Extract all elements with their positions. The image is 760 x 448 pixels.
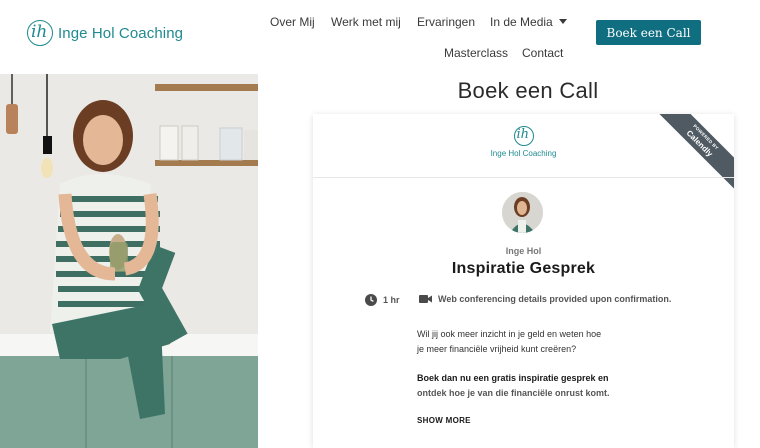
video-camera-icon: [419, 295, 432, 303]
event-title: Inspiratie Gesprek: [451, 260, 596, 277]
calendly-booking-widget: ih Inge Hol Coaching POWERED BY Calendly…: [313, 114, 734, 448]
event-description: Wil jij ook meer inzicht in je geld en w…: [417, 327, 697, 357]
nav-in-de-media-label: In de Media: [490, 15, 553, 29]
duration-text: 1 hr: [383, 295, 400, 305]
nav-ervaringen[interactable]: Ervaringen: [417, 15, 475, 29]
event-location: Web conferencing details provided upon c…: [419, 294, 671, 304]
description-line: je meer financiële vrijheid kunt creëren…: [417, 344, 577, 354]
nav-in-de-media[interactable]: In de Media: [490, 15, 567, 29]
chevron-down-icon: [558, 19, 567, 24]
description-line: Boek dan nu een gratis inspiratie gespre…: [417, 373, 609, 383]
event-duration: 1 hr: [365, 294, 400, 306]
location-text: Web conferencing details provided upon c…: [438, 294, 672, 304]
site-header: ih Inge Hol Coaching Over Mij Werk met m…: [0, 0, 760, 72]
hero-photo: [0, 74, 258, 448]
calendly-logo: ih Inge Hol Coaching: [313, 126, 734, 158]
logo-monogram-icon: ih: [27, 20, 53, 46]
book-call-button[interactable]: Boek een Call: [596, 20, 701, 45]
divider: [313, 177, 734, 178]
nav-over-mij[interactable]: Over Mij: [270, 15, 315, 29]
event-description-bold: Boek dan nu een gratis inspiratie gespre…: [417, 371, 697, 401]
description-line: Wil jij ook meer inzicht in je geld en w…: [417, 329, 602, 339]
clock-icon: [365, 294, 377, 306]
logo-monogram-icon: ih: [513, 126, 534, 146]
site-logo[interactable]: ih Inge Hol Coaching: [27, 20, 183, 46]
show-more-link[interactable]: SHOW MORE: [417, 416, 471, 425]
host-name: Inge Hol: [505, 246, 542, 256]
nav-werk-met-mij[interactable]: Werk met mij: [331, 15, 401, 29]
nav-contact[interactable]: Contact: [522, 46, 563, 60]
avatar: [502, 192, 543, 233]
description-line: ontdek hoe je van die financiële onrust …: [417, 388, 610, 398]
nav-masterclass[interactable]: Masterclass: [444, 46, 508, 60]
logo-text: Inge Hol Coaching: [58, 24, 184, 42]
page-title: Boek een Call: [457, 78, 599, 103]
calendly-logo-text: Inge Hol Coaching: [490, 149, 557, 158]
